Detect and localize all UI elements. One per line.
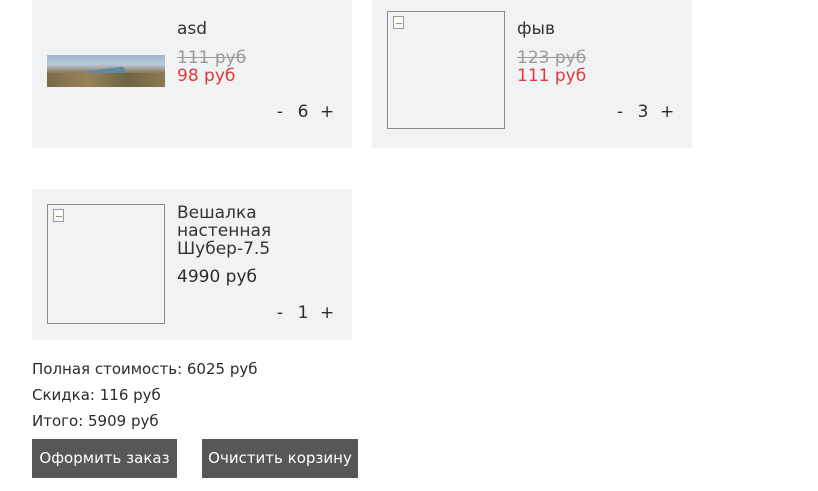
broken-image-icon [393,16,404,29]
clear-cart-button[interactable]: Очистить корзину [202,439,358,478]
cart-item-card: фыв 123 руб 111 руб - 3 + [372,0,692,148]
increase-button[interactable]: + [660,102,674,122]
product-price: 4990 руб [177,267,258,287]
decrease-button[interactable]: - [274,303,286,323]
increase-button[interactable]: + [320,303,334,323]
hill-shape [47,73,165,87]
cart-item-card: asd 111 руб 98 руб - 6 + [32,0,352,148]
discount-price: 98 руб [177,66,236,86]
product-title: Вешалка настенная Шубер-7.5 [177,203,272,259]
increase-button[interactable]: + [320,102,334,122]
old-price: 111 руб [177,48,247,68]
product-image [47,55,165,87]
decrease-button[interactable]: - [274,102,286,122]
quantity-stepper: - 1 + [274,303,334,323]
product-title: asd [177,19,208,39]
final-total: Итого: 5909 руб [32,412,159,430]
discount-price: 111 руб [517,66,587,86]
decrease-button[interactable]: - [614,102,626,122]
product-title: фыв [517,19,555,39]
quantity-stepper: - 3 + [614,102,674,122]
quantity-value: 1 [297,303,309,323]
discount-amount: Скидка: 116 руб [32,386,161,404]
quantity-stepper: - 6 + [274,102,334,122]
cart-item-card: Вешалка настенная Шубер-7.5 4990 руб - 1… [32,189,352,340]
quantity-value: 6 [297,102,309,122]
product-image [387,11,505,129]
total-cost: Полная стоимость: 6025 руб [32,360,258,378]
broken-image-icon [53,209,64,222]
quantity-value: 3 [637,102,649,122]
product-image [47,204,165,324]
checkout-button[interactable]: Оформить заказ [32,439,177,478]
old-price: 123 руб [517,48,587,68]
